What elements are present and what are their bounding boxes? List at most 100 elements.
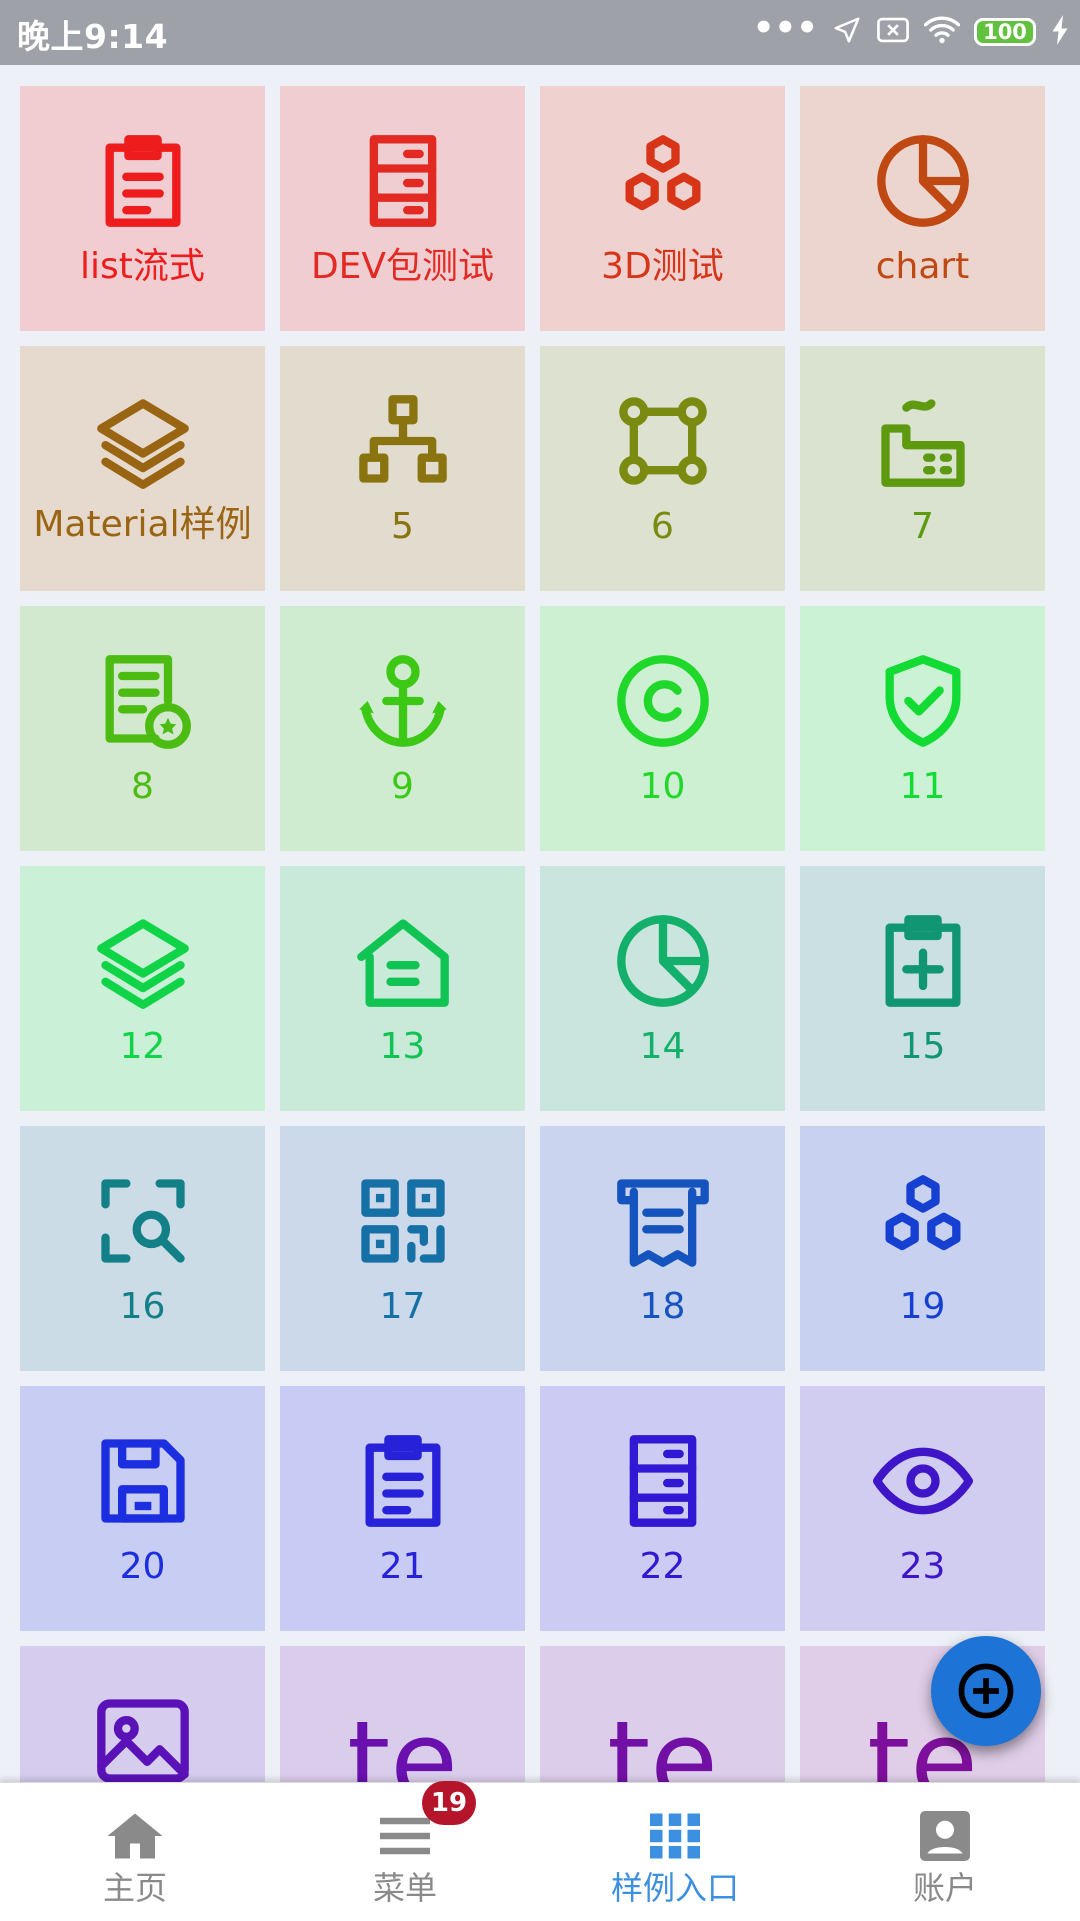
hierarchy-icon bbox=[353, 391, 453, 491]
menu-badge: 19 bbox=[422, 1781, 476, 1825]
nav-label-account: 账户 bbox=[912, 1869, 977, 1907]
qrcode-icon-svg bbox=[360, 1179, 445, 1263]
tile-label: chart bbox=[875, 246, 970, 287]
nav-item-samples[interactable]: 样例入口 bbox=[540, 1783, 810, 1921]
sample-tile-6[interactable]: 5 bbox=[280, 346, 525, 591]
tile-label: 6 bbox=[651, 506, 674, 547]
status-time: 晚上9:14 bbox=[17, 17, 169, 56]
hexagons-icon bbox=[873, 1171, 973, 1271]
scan-search-icon bbox=[93, 1171, 193, 1271]
tile-label: 19 bbox=[899, 1286, 946, 1327]
charging-bolt-icon bbox=[1050, 15, 1070, 49]
nav-item-menu[interactable]: 菜单 bbox=[270, 1783, 540, 1921]
tile-label: Material样例 bbox=[33, 504, 252, 545]
tile-label: 5 bbox=[391, 506, 414, 547]
qrcode-icon bbox=[353, 1171, 453, 1271]
sample-tile-9[interactable]: 8 bbox=[20, 606, 265, 851]
status-bar: 晚上9:14 ••• 100 bbox=[0, 0, 1080, 65]
sample-tile-14[interactable]: 13 bbox=[280, 866, 525, 1111]
home-icon bbox=[107, 1813, 163, 1859]
sample-tile-8[interactable]: 7 bbox=[800, 346, 1045, 591]
sample-tile-7[interactable]: 6 bbox=[540, 346, 785, 591]
tile-label: 21 bbox=[379, 1546, 426, 1587]
status-more-dots: ••• bbox=[752, 8, 818, 48]
anchor-icon bbox=[353, 651, 453, 751]
sample-grid: list流式 DEV包测试 3D测试 chart Material样例 5 6 7 8 9 10 11… bbox=[20, 86, 1060, 1782]
eye-icon bbox=[872, 1431, 973, 1531]
tile-label: 7 bbox=[911, 506, 934, 547]
wifi-icon bbox=[923, 15, 961, 49]
add-fab-button[interactable] bbox=[931, 1636, 1041, 1746]
layers-icon bbox=[93, 911, 193, 1011]
sample-tile-1[interactable]: list流式 bbox=[20, 86, 265, 331]
sample-tile-4[interactable]: chart bbox=[800, 86, 1045, 331]
clipboard-icon-svg bbox=[105, 135, 180, 227]
archive-drawer-icon-svg bbox=[369, 135, 436, 227]
hierarchy-icon-svg bbox=[358, 395, 447, 483]
battery-indicator: 100 bbox=[974, 18, 1036, 46]
sample-tile-19[interactable]: 18 bbox=[540, 1126, 785, 1371]
sample-tile-23[interactable]: 22 bbox=[540, 1386, 785, 1631]
sample-tile-13[interactable]: 12 bbox=[20, 866, 265, 1111]
hexagons-icon-svg bbox=[625, 135, 700, 211]
sample-tile-12[interactable]: 11 bbox=[800, 606, 1045, 851]
hexagons-icon-svg bbox=[885, 1175, 960, 1251]
tile-label: 11 bbox=[899, 766, 946, 807]
status-icons: ••• 100 bbox=[753, 8, 1070, 56]
sample-tile-16[interactable]: 15 bbox=[800, 866, 1045, 1111]
sample-tile-22[interactable]: 21 bbox=[280, 1386, 525, 1631]
tile-label: 23 bbox=[899, 1546, 946, 1587]
sample-tile-2[interactable]: DEV包测试 bbox=[280, 86, 525, 331]
factory-icon bbox=[873, 391, 973, 491]
location-arrow-icon bbox=[832, 15, 862, 49]
sample-tile-17[interactable]: 16 bbox=[20, 1126, 265, 1371]
tile-label: te bbox=[347, 1697, 458, 1782]
nav-label-menu: 菜单 bbox=[372, 1869, 437, 1907]
receipt-icon-svg bbox=[616, 1179, 709, 1267]
layers-icon-svg bbox=[96, 399, 189, 489]
tile-label: 13 bbox=[379, 1026, 426, 1067]
tile-label: 10 bbox=[639, 766, 686, 807]
home-icon bbox=[353, 911, 453, 1011]
sample-tile-15[interactable]: 14 bbox=[540, 866, 785, 1111]
nav-item-account[interactable]: 账户 bbox=[810, 1783, 1080, 1921]
tile-label: 17 bbox=[379, 1286, 426, 1327]
certificate-icon-svg bbox=[105, 655, 191, 749]
copyright-icon bbox=[613, 651, 713, 751]
receipt-icon bbox=[613, 1171, 713, 1271]
sample-tile-26[interactable]: te bbox=[280, 1646, 525, 1782]
eye-icon-svg bbox=[872, 1447, 973, 1515]
tile-label: 16 bbox=[119, 1286, 166, 1327]
sample-tile-24[interactable]: 23 bbox=[800, 1386, 1045, 1631]
tile-label: 20 bbox=[119, 1546, 166, 1587]
sample-tile-27[interactable]: te bbox=[540, 1646, 785, 1782]
sample-tile-25[interactable] bbox=[20, 1646, 265, 1782]
pie-chart-icon-svg bbox=[616, 915, 709, 1007]
floppy-icon-svg bbox=[100, 1439, 185, 1523]
sample-tile-11[interactable]: 10 bbox=[540, 606, 785, 851]
home-icon-svg bbox=[356, 919, 449, 1007]
sample-tile-10[interactable]: 9 bbox=[280, 606, 525, 851]
sample-tile-21[interactable]: 20 bbox=[20, 1386, 265, 1631]
sample-tile-20[interactable]: 19 bbox=[800, 1126, 1045, 1371]
tile-label: list流式 bbox=[80, 246, 205, 287]
tile-label: 22 bbox=[639, 1546, 686, 1587]
sample-tile-18[interactable]: 17 bbox=[280, 1126, 525, 1371]
clipboard-icon-svg bbox=[365, 1435, 440, 1527]
nav-item-home[interactable]: 主页 bbox=[0, 1783, 270, 1921]
tile-label: DEV包测试 bbox=[310, 246, 495, 287]
add-circle-icon bbox=[958, 1663, 1014, 1719]
pie-chart-icon bbox=[873, 131, 973, 231]
no-sim-icon bbox=[876, 15, 910, 49]
archive-drawer-icon-svg bbox=[629, 1435, 696, 1527]
tile-label: 18 bbox=[639, 1286, 686, 1327]
hexagons-icon bbox=[613, 131, 713, 231]
clipboard-icon bbox=[93, 131, 193, 231]
clipboard-plus-icon bbox=[873, 911, 973, 1011]
sample-tile-5[interactable]: Material样例 bbox=[20, 346, 265, 591]
certificate-icon bbox=[93, 651, 193, 751]
anchor-icon-svg bbox=[358, 655, 447, 747]
copyright-icon-svg bbox=[616, 655, 709, 747]
apps-grid-icon bbox=[650, 1813, 700, 1859]
sample-tile-3[interactable]: 3D测试 bbox=[540, 86, 785, 331]
